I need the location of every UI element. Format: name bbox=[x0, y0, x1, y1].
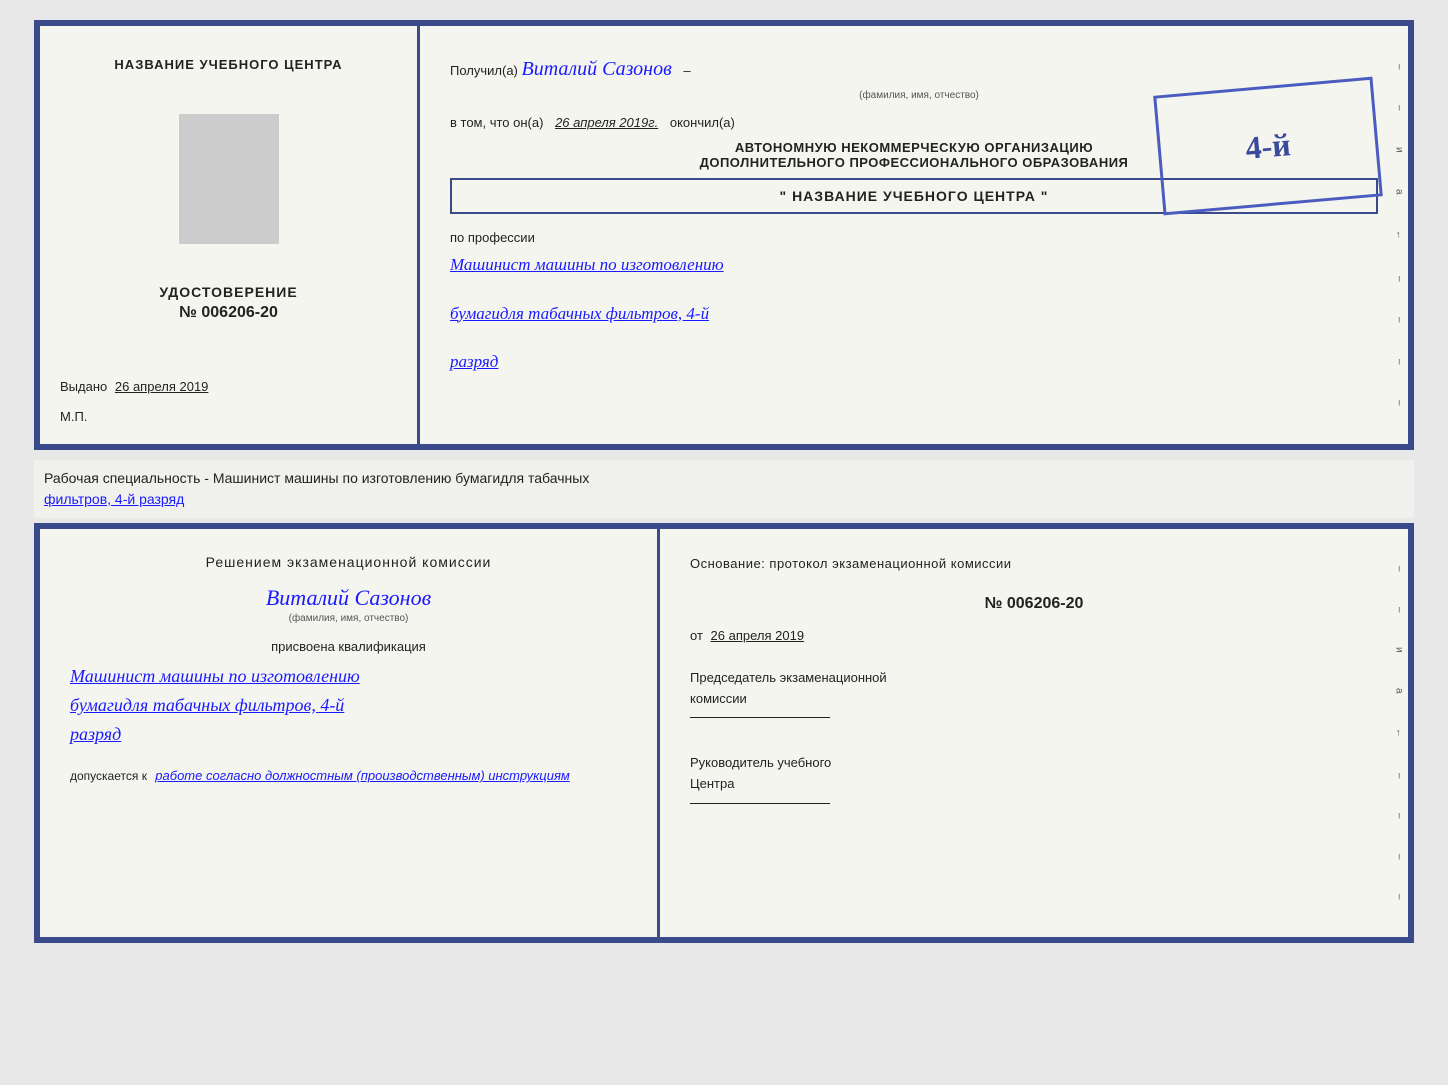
professiya-razryad: разряд bbox=[450, 349, 1378, 375]
bot-side-dash6: – bbox=[1394, 894, 1405, 900]
professiya-label: по профессии bbox=[450, 230, 535, 245]
dopusk-val: работе согласно должностным (производств… bbox=[155, 768, 570, 783]
bot-osnov: Основание: протокол экзаменационной коми… bbox=[690, 554, 1378, 575]
bot-side-a: а bbox=[1394, 688, 1405, 694]
vtom-prefix: в том, что он(а) bbox=[450, 115, 543, 130]
bot-title: Решением экзаменационной комиссии bbox=[70, 554, 627, 570]
ot-prefix: от bbox=[690, 628, 703, 643]
bot-side-i: и bbox=[1394, 647, 1405, 653]
bot-ruk-block: Руководитель учебного Центра bbox=[690, 753, 1378, 804]
cert-udost-block: УДОСТОВЕРЕНИЕ № 006206-20 bbox=[159, 284, 297, 322]
stamp-number: 4-й bbox=[1244, 126, 1292, 167]
cert-name-dash: – bbox=[683, 63, 690, 78]
okonchil-label: окончил(а) bbox=[670, 115, 735, 130]
bot-name-sub: (фамилия, имя, отчество) bbox=[70, 613, 627, 624]
cert-recipient-name: Виталий Сазонов bbox=[522, 58, 672, 80]
ruk-sign-line bbox=[690, 803, 830, 804]
cert-left-panel: НАЗВАНИЕ УЧЕБНОГО ЦЕНТРА УДОСТОВЕРЕНИЕ №… bbox=[40, 26, 420, 444]
bot-side-dash3: – bbox=[1394, 773, 1405, 779]
ot-date: 26 апреля 2019 bbox=[711, 628, 805, 643]
bot-right-side-marks: – – и а ← – – – – bbox=[1390, 529, 1408, 937]
bot-kvalif3: разряд bbox=[70, 720, 627, 749]
cert-udost-number: № 006206-20 bbox=[159, 304, 297, 322]
professiya-name2: бумагидля табачных фильтров, 4-й bbox=[450, 301, 1378, 327]
bot-side-arrow: ← bbox=[1394, 728, 1405, 738]
bot-predsed-block: Председатель экзаменационной комиссии bbox=[690, 668, 1378, 719]
cert-vydano: Выдано 26 апреля 2019 bbox=[60, 379, 397, 394]
bot-dopusk-block: допускается к работе согласно должностны… bbox=[70, 768, 627, 783]
bot-kvalif1: Машинист машины по изготовлению bbox=[70, 662, 627, 691]
bot-side-dash4: – bbox=[1394, 813, 1405, 819]
cert-left-title: НАЗВАНИЕ УЧЕБНОГО ЦЕНТРА bbox=[114, 56, 342, 74]
ruk-line2: Центра bbox=[690, 774, 1378, 795]
poluchil-prefix: Получил(а) bbox=[450, 63, 518, 78]
bot-number: № 006206-20 bbox=[690, 595, 1378, 613]
side-mark-i: и bbox=[1394, 147, 1405, 153]
cert-professiya-block: по профессии Машинист машины по изготовл… bbox=[450, 229, 1378, 375]
cert-bot-right: Основание: протокол экзаменационной коми… bbox=[660, 529, 1408, 937]
cert-udost-label: УДОСТОВЕРЕНИЕ bbox=[159, 284, 297, 300]
side-mark-dash5: – bbox=[1394, 359, 1405, 365]
separator-text-underline: фильтров, 4-й разряд bbox=[44, 491, 184, 507]
professiya-name1: Машинист машины по изготовлению bbox=[450, 252, 1378, 278]
certificate-bottom: Решением экзаменационной комиссии Витали… bbox=[34, 523, 1414, 943]
bot-prisvoena: присвоена квалификация bbox=[70, 639, 627, 654]
predsed-sign-line bbox=[690, 717, 830, 718]
vydano-label: Выдано bbox=[60, 379, 107, 394]
side-mark-a: а bbox=[1394, 189, 1405, 195]
bot-kvalif2: бумагидля табачных фильтров, 4-й bbox=[70, 691, 627, 720]
cert-photo bbox=[179, 114, 279, 244]
cert-mp: М.П. bbox=[60, 409, 87, 424]
side-marks: – – и а ← – – – – bbox=[1390, 26, 1408, 444]
side-mark-arrow: ← bbox=[1394, 230, 1405, 240]
bot-side-dash5: – bbox=[1394, 854, 1405, 860]
cert-stamp: 4-й bbox=[1153, 77, 1383, 216]
side-mark-dash4: – bbox=[1394, 317, 1405, 323]
side-mark-dash2: – bbox=[1394, 105, 1405, 111]
cert-right-panel: Получил(а) Виталий Сазонов – (фамилия, и… bbox=[420, 26, 1408, 444]
certificate-top: НАЗВАНИЕ УЧЕБНОГО ЦЕНТРА УДОСТОВЕРЕНИЕ №… bbox=[34, 20, 1414, 450]
predsed-line1: Председатель экзаменационной bbox=[690, 668, 1378, 689]
vtom-date: 26 апреля 2019г. bbox=[555, 115, 658, 130]
vydano-date: 26 апреля 2019 bbox=[115, 379, 209, 394]
bot-ot-block: от 26 апреля 2019 bbox=[690, 628, 1378, 643]
dopusk-prefix: допускается к bbox=[70, 769, 147, 783]
bot-side-dash2: – bbox=[1394, 607, 1405, 613]
side-mark-dash6: – bbox=[1394, 400, 1405, 406]
bot-side-dash1: – bbox=[1394, 566, 1405, 572]
cert-bot-left: Решением экзаменационной комиссии Витали… bbox=[40, 529, 660, 937]
separator-section: Рабочая специальность - Машинист машины … bbox=[34, 460, 1414, 518]
separator-text-prefix: Рабочая специальность - Машинист машины … bbox=[44, 470, 589, 486]
side-mark-dash3: – bbox=[1394, 276, 1405, 282]
predsed-line2: комиссии bbox=[690, 689, 1378, 710]
bot-name: Виталий Сазонов bbox=[70, 585, 627, 611]
ruk-line1: Руководитель учебного bbox=[690, 753, 1378, 774]
side-mark-dash1: – bbox=[1394, 64, 1405, 70]
